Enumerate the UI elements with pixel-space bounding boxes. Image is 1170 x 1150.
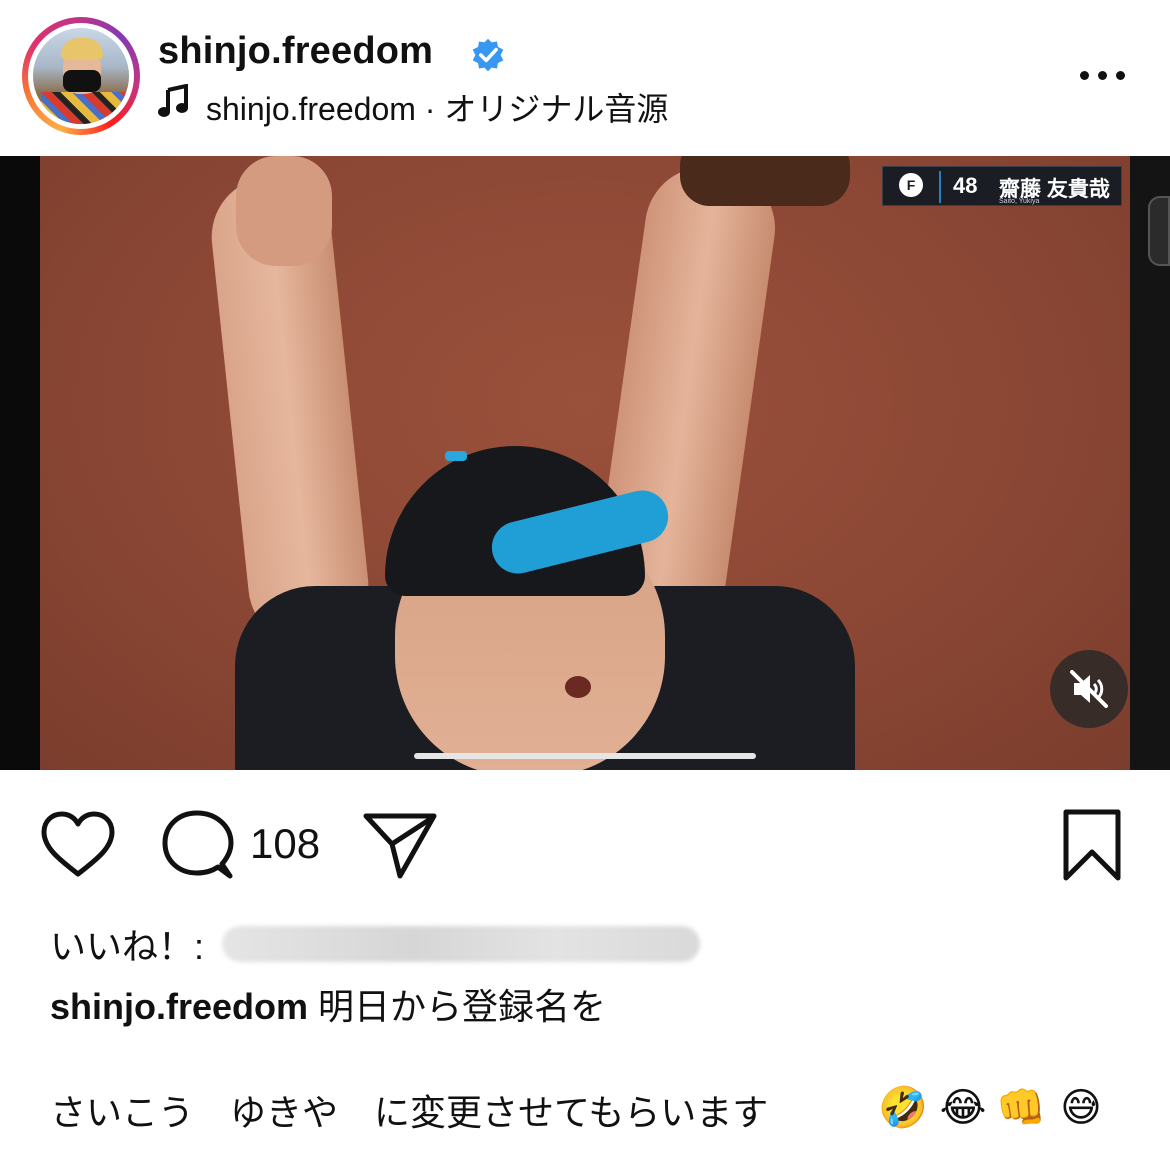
- caption-text-1: 明日から登録名を: [308, 986, 607, 1027]
- caption-username[interactable]: shinjo.freedom: [50, 986, 308, 1027]
- more-options-icon[interactable]: [1076, 60, 1130, 90]
- comment-icon[interactable]: [162, 810, 234, 880]
- post-header: shinjo.freedom shinjo.freedom · オリジナル音源: [0, 0, 1170, 156]
- player-name-romanized: Saito, Yukiya: [999, 198, 1040, 205]
- comment-count[interactable]: 108: [250, 820, 320, 868]
- mute-toggle-button[interactable]: [1050, 650, 1128, 728]
- music-note-icon: [158, 84, 188, 117]
- action-bar: 108: [0, 800, 1170, 890]
- verified-badge-icon: [472, 38, 504, 72]
- fist-emoji-icon: 👊: [996, 1085, 1046, 1131]
- story-ring-avatar[interactable]: [22, 17, 140, 135]
- heart-icon[interactable]: [40, 810, 116, 878]
- player-scoreboard: F 48 齋藤 友貴哉 Saito, Yukiya: [882, 166, 1122, 206]
- post-username[interactable]: shinjo.freedom: [158, 30, 433, 73]
- video-progress-bar[interactable]: [414, 753, 756, 759]
- caption-line-2: さいこう ゆきや に変更させてもらいます: [50, 1092, 805, 1133]
- caption-line-1: shinjo.freedom 明日から登録名を: [50, 978, 606, 1030]
- tears-of-joy-emoji-icon: 😂: [939, 1085, 987, 1131]
- post-video[interactable]: F 48 齋藤 友貴哉 Saito, Yukiya: [0, 156, 1170, 770]
- avatar[interactable]: [33, 28, 129, 124]
- team-logo-icon: F: [889, 171, 933, 203]
- audio-attribution[interactable]: shinjo.freedom · オリジナル音源: [206, 84, 668, 130]
- rofl-emoji-icon: 🤣: [878, 1085, 928, 1131]
- next-media-peek: [1148, 196, 1170, 266]
- likes-label: いいね！:: [50, 926, 205, 967]
- bookmark-icon[interactable]: [1060, 808, 1124, 882]
- speaker-muted-icon: [1070, 670, 1108, 708]
- send-icon[interactable]: [362, 810, 438, 880]
- video-frame: F 48 齋藤 友貴哉 Saito, Yukiya: [40, 156, 1130, 770]
- player-number: 48: [953, 173, 978, 198]
- sweat-smile-emoji-icon: 😅: [1060, 1085, 1102, 1131]
- blurred-liker-name: [222, 926, 700, 962]
